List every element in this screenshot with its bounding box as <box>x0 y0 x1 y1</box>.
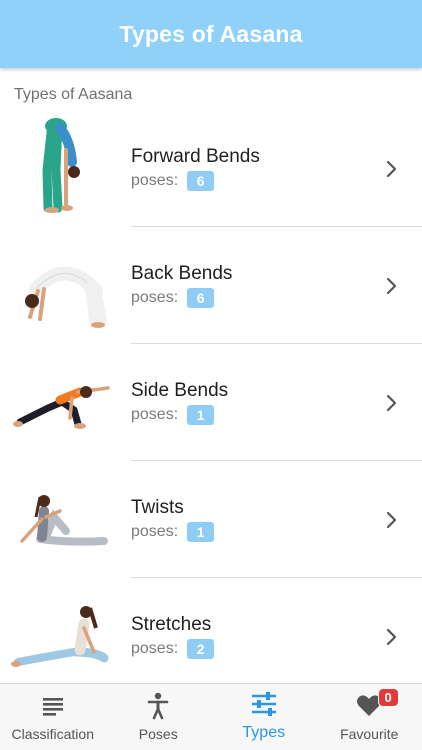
poses-label: poses: <box>131 640 179 657</box>
list-icon <box>42 691 64 721</box>
side-bend-pose-image <box>0 344 131 461</box>
tab-label: Favourite <box>340 726 399 742</box>
forward-bend-pose-image <box>0 110 131 227</box>
bottom-tab-bar: Classification Poses Types Favourite 0 <box>0 683 422 750</box>
tab-types[interactable]: Types <box>211 684 317 750</box>
chevron-right-icon <box>374 227 410 344</box>
twist-pose-image <box>0 461 131 578</box>
list-item-side-bends[interactable]: Side Bends poses: 1 <box>0 344 422 461</box>
list-item-forward-bends[interactable]: Forward Bends poses: 6 <box>0 110 422 227</box>
app-header: Types of Aasana <box>0 0 422 68</box>
poses-count-badge: 2 <box>187 639 215 659</box>
tab-label: Poses <box>138 726 178 742</box>
stretch-pose-image <box>0 578 131 695</box>
back-bend-pose-image <box>0 227 131 344</box>
poses-label: poses: <box>131 406 179 423</box>
sliders-icon <box>250 689 278 719</box>
chevron-right-icon <box>374 461 410 578</box>
types-list: Forward Bends poses: 6 Back Bends poses:… <box>0 110 422 695</box>
person-icon <box>147 691 169 721</box>
tab-label: Classification <box>11 726 94 742</box>
list-item-back-bends[interactable]: Back Bends poses: 6 <box>0 227 422 344</box>
poses-count-badge: 6 <box>187 171 215 191</box>
page-title: Types of Aasana <box>119 20 303 47</box>
poses-count-badge: 1 <box>187 522 215 542</box>
tab-classification[interactable]: Classification <box>0 684 106 750</box>
type-name: Twists <box>131 497 184 518</box>
favourite-count-badge: 0 <box>377 688 399 707</box>
chevron-right-icon <box>374 344 410 461</box>
type-name: Back Bends <box>131 263 233 284</box>
list-item-twists[interactable]: Twists poses: 1 <box>0 461 422 578</box>
poses-label: poses: <box>131 172 179 189</box>
poses-count-badge: 6 <box>187 288 215 308</box>
type-name: Forward Bends <box>131 146 260 167</box>
section-title: Types of Aasana <box>14 86 133 103</box>
type-name: Side Bends <box>131 380 229 401</box>
poses-label: poses: <box>131 523 179 540</box>
tab-poses[interactable]: Poses <box>106 684 212 750</box>
tab-favourite[interactable]: Favourite 0 <box>317 684 422 750</box>
poses-count-badge: 1 <box>187 405 215 425</box>
chevron-right-icon <box>374 578 410 695</box>
list-item-stretches[interactable]: Stretches poses: 2 <box>0 578 422 695</box>
tab-label: Types <box>242 724 286 741</box>
type-name: Stretches <box>131 614 212 635</box>
chevron-right-icon <box>374 110 410 227</box>
poses-label: poses: <box>131 289 179 306</box>
